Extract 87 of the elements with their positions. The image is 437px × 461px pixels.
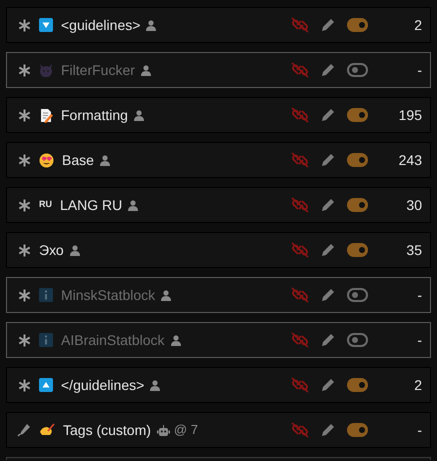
edit-pencil-icon[interactable] [321, 423, 335, 437]
entry-name: Эхо [39, 240, 64, 260]
broken-link-icon[interactable] [291, 332, 309, 348]
user-icon [161, 290, 172, 300]
edit-pencil-icon[interactable] [321, 198, 335, 212]
devil-face-icon [39, 63, 53, 77]
entry-name: Formatting [61, 106, 128, 125]
user-icon [140, 64, 151, 76]
broken-link-icon[interactable] [291, 242, 309, 258]
heart-eyes-face-icon [39, 152, 54, 168]
broken-link-icon[interactable] [291, 17, 309, 33]
user-icon [146, 20, 156, 30]
token-count: - [416, 330, 422, 350]
list-row[interactable]: <guidelines> 2 [6, 7, 431, 43]
token-count: 2 [413, 16, 422, 34]
edit-pencil-icon[interactable] [321, 18, 335, 32]
entry-name: Tags (custom) [63, 420, 151, 440]
pen-icon [17, 423, 31, 437]
broken-link-icon[interactable] [291, 422, 309, 438]
asterisk-icon [18, 154, 30, 166]
toggle-switch[interactable] [347, 108, 368, 122]
depth-label: @ 7 [174, 421, 198, 440]
token-count: - [416, 420, 422, 440]
entry-name: MinskStatblock [61, 286, 156, 304]
list-row[interactable]: Эхо 35 [6, 232, 431, 268]
entry-name: LANG RU [60, 196, 122, 214]
memo-icon [39, 108, 53, 122]
toggle-switch[interactable] [347, 63, 368, 77]
edit-pencil-icon[interactable] [321, 333, 335, 347]
edit-pencil-icon[interactable] [321, 243, 335, 257]
toggle-switch[interactable] [347, 288, 368, 302]
user-icon [100, 154, 110, 166]
broken-link-icon[interactable] [291, 107, 309, 123]
user-icon [70, 244, 80, 256]
edit-pencil-icon[interactable] [321, 108, 335, 122]
asterisk-icon [18, 64, 30, 76]
list-row[interactable]: Formatting 195 [6, 97, 431, 133]
toggle-switch[interactable] [347, 378, 368, 392]
user-icon [170, 334, 180, 346]
asterisk-icon [18, 288, 30, 302]
list-row[interactable]: AIBrainStatblock - [6, 322, 431, 358]
edit-pencil-icon[interactable] [321, 63, 335, 77]
list-row[interactable]: MinskStatblock - [6, 277, 431, 313]
entry-name: AIBrainStatblock [61, 330, 164, 350]
asterisk-icon [18, 244, 30, 256]
broken-link-icon[interactable] [291, 62, 309, 78]
toggle-switch[interactable] [347, 18, 368, 32]
broken-link-icon[interactable] [291, 152, 309, 168]
flag-letters: RU [39, 198, 52, 212]
broken-link-icon[interactable] [291, 377, 309, 393]
toggle-switch[interactable] [347, 243, 368, 257]
token-count: - [416, 60, 422, 80]
entry-name: </guidelines> [61, 376, 144, 395]
user-icon [134, 110, 144, 120]
list-row[interactable]: Tags (custom) @ 7 - [6, 412, 431, 448]
edit-pencil-icon[interactable] [321, 153, 335, 167]
edit-pencil-icon[interactable] [321, 288, 335, 302]
token-count: 195 [398, 106, 422, 124]
toggle-switch[interactable] [347, 198, 368, 212]
asterisk-icon [18, 198, 30, 212]
token-count: 2 [413, 376, 422, 394]
entry-name: <guidelines> [61, 16, 140, 35]
toggle-switch[interactable] [347, 333, 368, 347]
entry-name: FilterFucker [61, 60, 135, 80]
broken-link-icon[interactable] [291, 287, 309, 303]
edit-pencil-icon[interactable] [321, 378, 335, 392]
list-row[interactable]: </guidelines> 2 [6, 367, 431, 403]
robot-icon [156, 424, 170, 436]
toggle-switch[interactable] [347, 153, 368, 167]
toggle-switch[interactable] [347, 423, 368, 437]
token-count: 30 [405, 196, 422, 214]
info-icon [39, 288, 53, 302]
asterisk-icon [18, 108, 30, 122]
list-row[interactable]: RU LANG RU 30 [6, 187, 431, 223]
info-icon [39, 333, 53, 347]
list-row[interactable]: FilterFucker - [6, 52, 431, 88]
user-icon [128, 200, 138, 210]
broken-link-icon[interactable] [291, 197, 309, 213]
asterisk-icon [18, 378, 30, 392]
list-row[interactable]: Base 243 [6, 142, 431, 178]
token-count: 35 [405, 240, 422, 260]
user-icon [150, 380, 160, 390]
token-count: 243 [398, 150, 422, 170]
entry-name: Base [62, 150, 94, 170]
asterisk-icon [18, 334, 30, 346]
asterisk-icon [18, 18, 30, 32]
token-count: - [416, 286, 422, 304]
